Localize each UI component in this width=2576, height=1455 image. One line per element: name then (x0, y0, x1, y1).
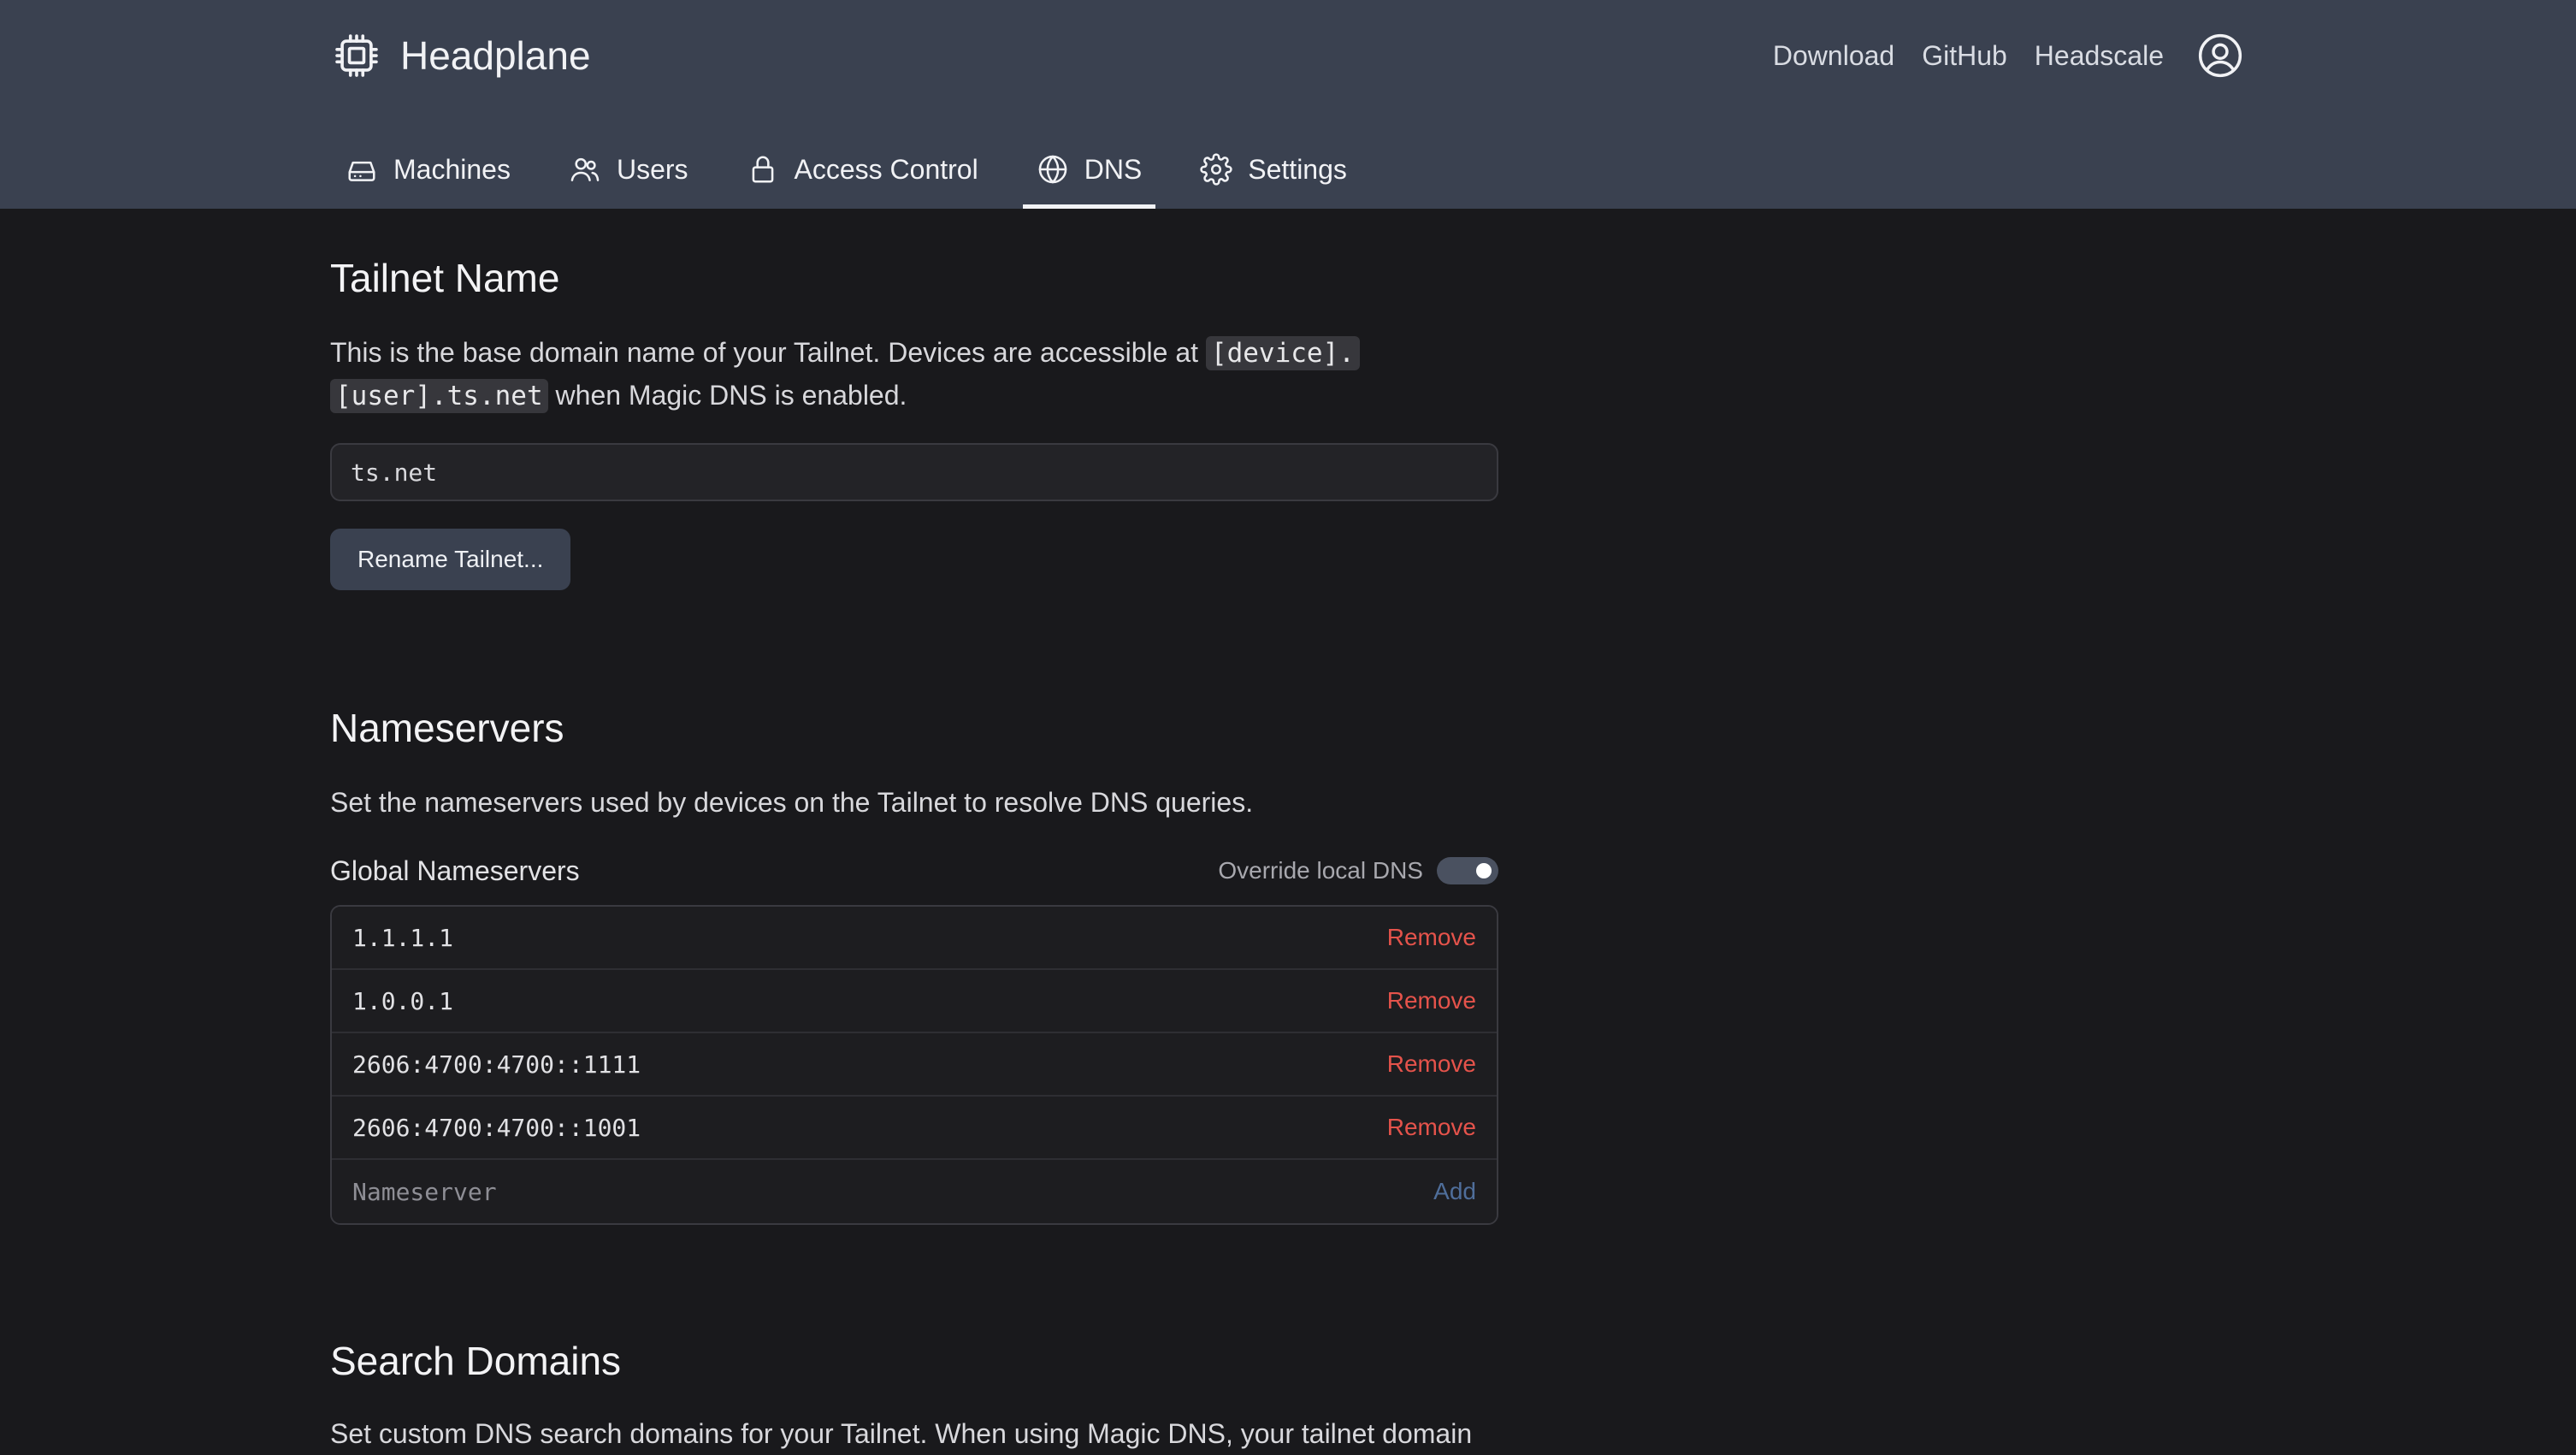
gear-icon (1200, 153, 1232, 186)
tab-label: DNS (1084, 153, 1143, 185)
tab-label: Users (616, 153, 688, 185)
list-item: 1.0.0.1 Remove (332, 970, 1497, 1033)
remove-nameserver-button[interactable]: Remove (1387, 924, 1476, 951)
chip-icon (335, 34, 378, 77)
download-link[interactable]: Download (1773, 40, 1894, 72)
toggle-knob (1476, 863, 1492, 878)
search-domains-title: Search Domains (330, 1339, 622, 1383)
globe-icon (1038, 155, 1067, 184)
add-nameserver-button[interactable]: Add (1433, 1178, 1476, 1205)
app-name: Headplane (400, 33, 591, 78)
users-icon (570, 157, 600, 181)
tab-settings[interactable]: Settings (1186, 142, 1361, 209)
nameservers-description: Set the nameservers used by devices on t… (330, 787, 1254, 818)
list-item: 2606:4700:4700::1111 Remove (332, 1033, 1497, 1097)
tailnet-name-title: Tailnet Name (330, 256, 560, 300)
nameserver-input[interactable]: Nameserver (352, 1178, 497, 1206)
list-item: 1.1.1.1 Remove (332, 907, 1497, 970)
tab-machines[interactable]: Machines (332, 142, 524, 209)
override-local-dns-toggle[interactable] (1437, 857, 1498, 884)
headscale-link[interactable]: Headscale (2035, 40, 2164, 72)
tailnet-name-description: This is the base domain name of your Tai… (330, 332, 1498, 417)
nameservers-title: Nameservers (330, 706, 564, 750)
lock-icon (752, 156, 773, 183)
override-local-dns-label: Override local DNS (1218, 857, 1423, 884)
tailnet-name-field[interactable]: ts.net (330, 443, 1498, 501)
rename-tailnet-button[interactable]: Rename Tailnet... (330, 529, 571, 590)
remove-nameserver-button[interactable]: Remove (1387, 1114, 1476, 1141)
top-header: Headplane Download GitHub Headscale Mach… (0, 0, 2576, 209)
tab-users[interactable]: Users (555, 142, 702, 209)
nameserver-address: 1.1.1.1 (352, 923, 454, 952)
search-domains-description: Set custom DNS search domains for your T… (330, 1418, 1473, 1449)
tab-label: Settings (1248, 153, 1347, 185)
list-item: 2606:4700:4700::1001 Remove (332, 1097, 1497, 1160)
global-nameservers-label: Global Nameservers (330, 855, 580, 886)
tab-dns[interactable]: DNS (1022, 142, 1156, 209)
remove-nameserver-button[interactable]: Remove (1387, 1050, 1476, 1078)
nameserver-address: 2606:4700:4700::1111 (352, 1050, 641, 1079)
tab-label: Machines (393, 153, 511, 185)
nameserver-list: 1.1.1.1 Remove 1.0.0.1 Remove 2606:4700:… (330, 905, 1498, 1225)
user-circle-icon[interactable] (2196, 32, 2244, 80)
add-nameserver-row: Nameserver Add (332, 1160, 1497, 1223)
tab-label: Access Control (794, 153, 978, 185)
tailnet-desc-suffix: when Magic DNS is enabled. (547, 380, 907, 411)
nameserver-address: 2606:4700:4700::1001 (352, 1113, 641, 1142)
brand[interactable]: Headplane (332, 29, 591, 82)
nameserver-address: 1.0.0.1 (352, 986, 454, 1015)
user-code: [user].ts.net (330, 379, 548, 413)
tailnet-desc-prefix: This is the base domain name of your Tai… (330, 337, 1206, 368)
header-links: Download GitHub Headscale (1746, 29, 2244, 82)
remove-nameserver-button[interactable]: Remove (1387, 987, 1476, 1014)
global-nameservers-header: Global Nameservers Override local DNS (330, 850, 1498, 891)
override-local-dns: Override local DNS (1218, 857, 1498, 884)
github-link[interactable]: GitHub (1922, 40, 2007, 72)
tab-access-control[interactable]: Access Control (733, 142, 992, 209)
main-nav: Machines Users Access Control DNS Settin… (332, 142, 1391, 209)
server-icon (348, 161, 375, 181)
device-code: [device]. (1205, 336, 1360, 370)
